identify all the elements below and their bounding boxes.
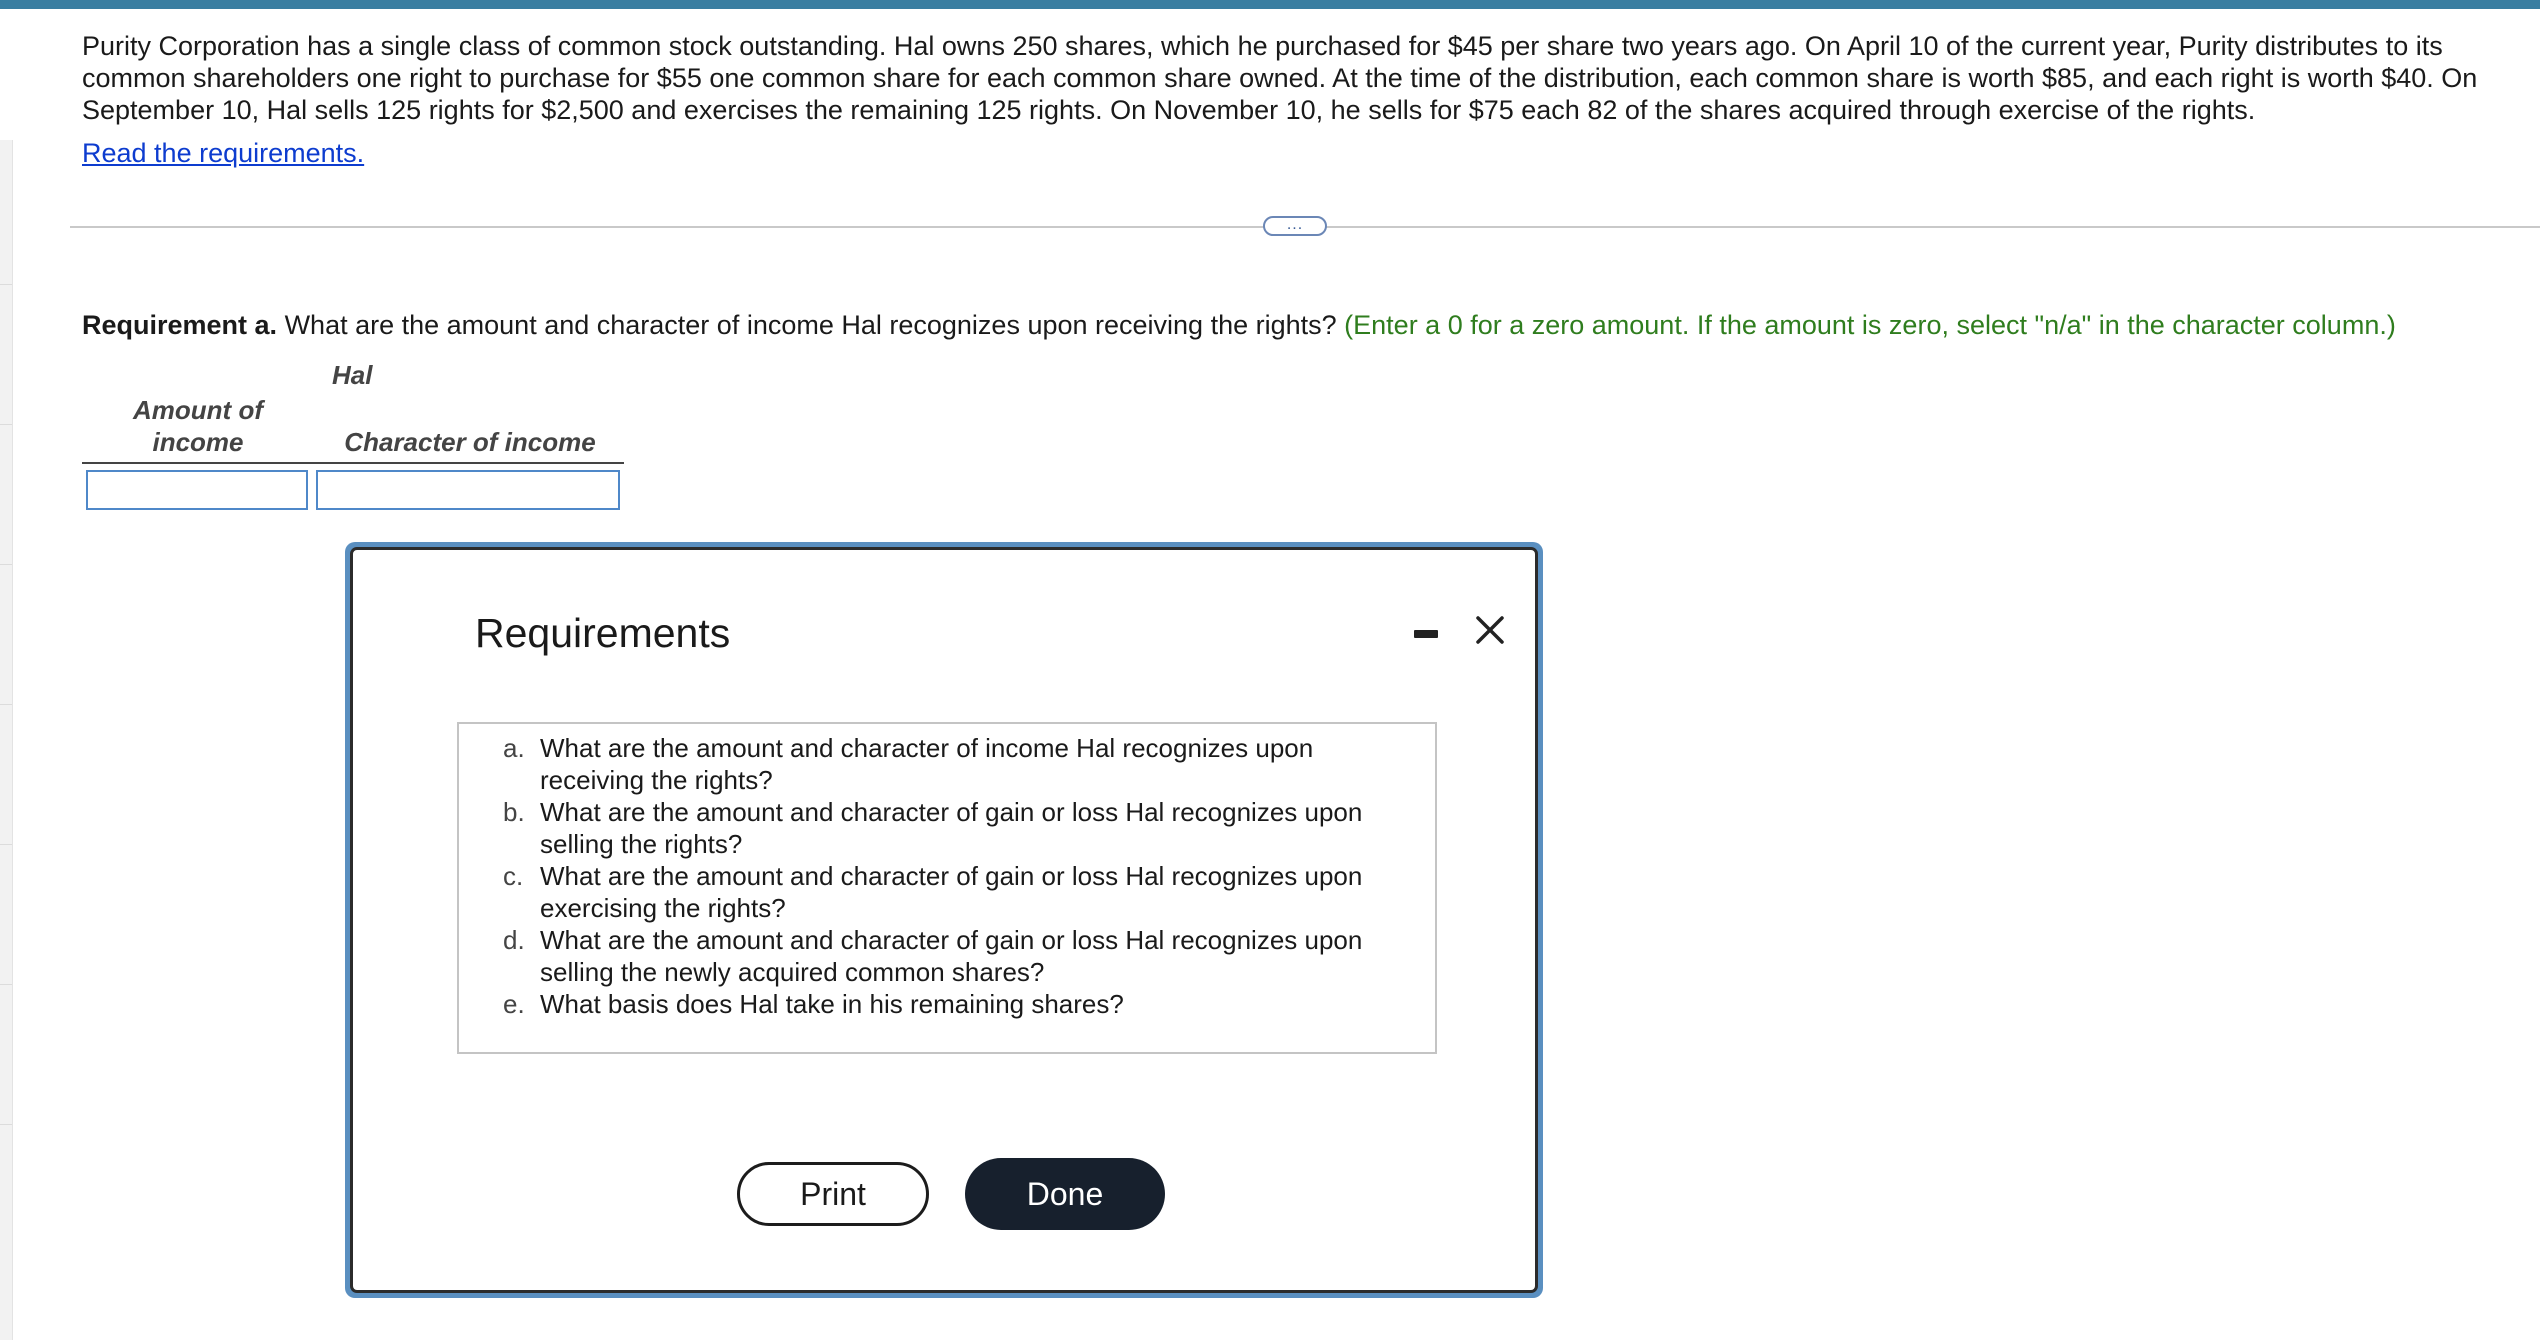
amount-of-income-input[interactable] — [86, 470, 308, 510]
close-icon — [1476, 616, 1504, 644]
requirement-a-hint: (Enter a 0 for a zero amount. If the amo… — [1336, 310, 2396, 340]
requirements-dialog-frame: Requirements a. What are the amount and … — [345, 542, 1543, 1298]
dialog-title: Requirements — [475, 610, 731, 656]
requirement-item-letter: d. — [503, 925, 525, 955]
expand-more-button[interactable]: ... — [1263, 216, 1327, 236]
requirement-item-text: What basis does Hal take in his remainin… — [540, 989, 1124, 1019]
requirement-item-letter: c. — [503, 861, 524, 891]
column-header-amount: Amount of income — [84, 394, 312, 458]
table-group-heading: Hal — [332, 360, 373, 390]
minimize-icon — [1414, 630, 1438, 638]
requirement-item: a. What are the amount and character of … — [503, 732, 1435, 796]
requirement-item: b. What are the amount and character of … — [503, 796, 1435, 860]
read-requirements-link[interactable]: Read the requirements. — [82, 137, 364, 169]
side-panel-divider — [0, 1124, 12, 1125]
top-accent-bar — [0, 0, 2540, 9]
side-panel-divider — [0, 424, 12, 425]
table-header-rule — [82, 462, 624, 464]
requirement-item-letter: e. — [503, 989, 525, 1019]
requirement-item: d. What are the amount and character of … — [503, 924, 1435, 988]
side-panel-divider — [0, 564, 12, 565]
requirement-item-text: What are the amount and character of inc… — [540, 733, 1314, 795]
requirement-item-letter: a. — [503, 733, 525, 763]
requirement-item-text: What are the amount and character of gai… — [540, 797, 1363, 859]
side-panel-divider — [0, 844, 12, 845]
requirements-dialog: Requirements a. What are the amount and … — [350, 547, 1538, 1293]
left-side-panel — [0, 140, 13, 1340]
requirement-item: c. What are the amount and character of … — [503, 860, 1435, 924]
requirement-item-text: What are the amount and character of gai… — [540, 925, 1363, 987]
side-panel-divider — [0, 284, 12, 285]
requirements-list: a. What are the amount and character of … — [457, 722, 1437, 1054]
requirement-item-text: What are the amount and character of gai… — [540, 861, 1363, 923]
print-button[interactable]: Print — [737, 1162, 929, 1226]
requirement-item: e. What basis does Hal take in his remai… — [503, 988, 1435, 1020]
requirement-a-question: What are the amount and character of inc… — [277, 310, 1337, 340]
side-panel-divider — [0, 984, 12, 985]
column-header-character: Character of income — [344, 427, 596, 457]
done-button[interactable]: Done — [965, 1158, 1165, 1230]
problem-statement: Purity Corporation has a single class of… — [82, 31, 2478, 125]
requirement-a-label: Requirement a. — [82, 310, 278, 340]
side-panel-divider — [0, 704, 12, 705]
column-header-amount-line2: income — [152, 427, 244, 457]
requirement-item-letter: b. — [503, 797, 525, 827]
minimize-button[interactable] — [1408, 610, 1444, 646]
close-button[interactable] — [1470, 610, 1510, 650]
column-header-amount-line1: Amount of — [133, 395, 263, 425]
requirement-a-prompt: Requirement a. What are the amount and c… — [82, 308, 2396, 342]
character-of-income-input[interactable] — [316, 470, 620, 510]
